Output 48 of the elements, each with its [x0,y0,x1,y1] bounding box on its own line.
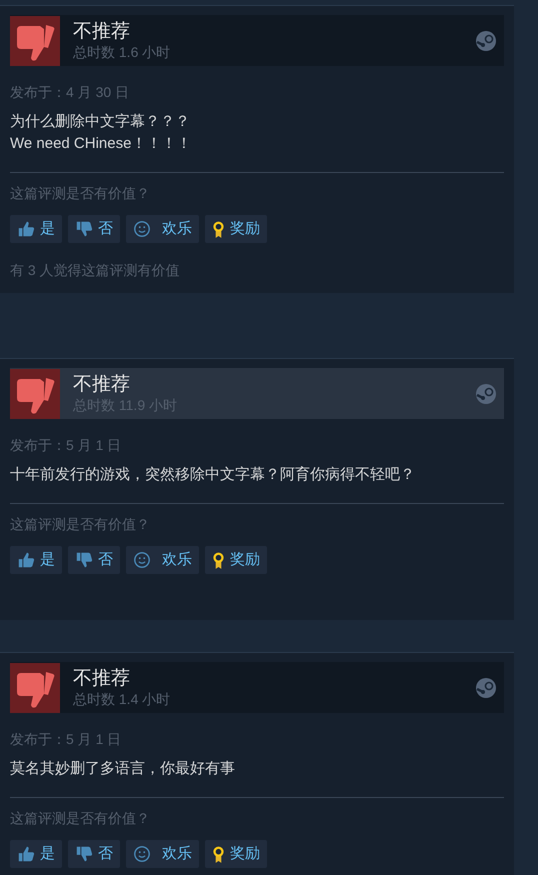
review-text: We need CHinese！！！！ [10,134,192,154]
smiley-icon [133,845,151,863]
smiley-icon [133,551,151,569]
review-header[interactable]: 不推荐 总时数 1.6 小时 [10,15,504,66]
thumbs-down-icon [75,220,93,238]
funny-button[interactable]: 欢乐 [126,546,199,574]
yes-button[interactable]: 是 [10,840,62,868]
review-text: 十年前发行的游戏，突然移除中文字幕？阿育你病得不轻吧？ [10,465,416,485]
thumbs-down-icon [75,551,93,569]
posted-date: 发布于：5 月 1 日 [10,730,122,748]
funny-button[interactable]: 欢乐 [126,215,199,243]
thumbs-up-icon [17,220,35,238]
posted-date: 发布于：4 月 30 日 [10,83,130,101]
verdict-title: 不推荐 [73,668,131,690]
thumbs-down-icon [75,845,93,863]
helpful-question: 这篇评测是否有价值？ [10,515,151,533]
review-text: 为什么删除中文字幕？？？ [10,112,191,132]
helpful-question: 这篇评测是否有价值？ [10,184,151,202]
review-header[interactable]: 不推荐 总时数 1.4 小时 [10,662,504,713]
award-button[interactable]: 奖励 [205,215,267,243]
thumbs-down-icon [10,368,60,418]
helpful-question: 这篇评测是否有价值？ [10,809,151,827]
posted-date: 发布于：5 月 1 日 [10,436,122,454]
no-button[interactable]: 否 [68,215,120,243]
yes-button[interactable]: 是 [10,546,62,574]
no-button[interactable]: 否 [68,546,120,574]
thumbs-down-icon [10,662,60,712]
steam-logo-icon [476,30,496,50]
verdict-title: 不推荐 [73,20,131,42]
verdict-title: 不推荐 [73,374,131,396]
award-button[interactable]: 奖励 [205,546,267,574]
yes-button[interactable]: 是 [10,215,62,243]
playtime-text: 总时数 1.4 小时 [73,690,172,708]
funny-button[interactable]: 欢乐 [126,840,199,868]
review-text: 莫名其妙删了多语言，你最好有事 [10,759,236,779]
medal-icon [212,220,225,238]
medal-icon [212,844,225,864]
playtime-text: 总时数 1.6 小时 [73,42,172,60]
thumbs-down-icon [10,16,60,66]
smiley-icon [133,220,151,238]
steam-logo-icon [476,678,496,698]
thumbs-up-icon [17,845,35,863]
medal-icon [212,550,225,570]
award-button[interactable]: 奖励 [205,840,267,868]
helpful-count: 有 3 人觉得这篇评测有价值 [10,261,181,279]
thumbs-up-icon [17,551,35,569]
no-button[interactable]: 否 [68,840,120,868]
steam-logo-icon [476,384,496,404]
